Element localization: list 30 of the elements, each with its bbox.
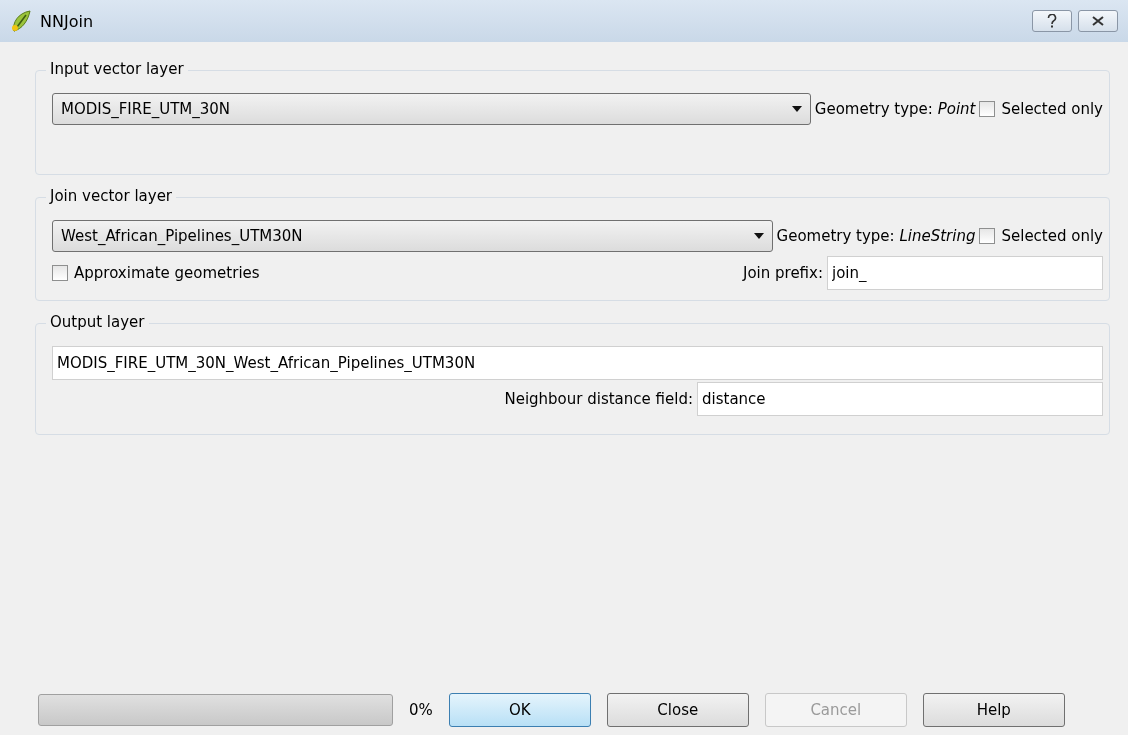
dialog-button[interactable]: OK xyxy=(448,693,591,727)
window-title: NNJoin xyxy=(40,11,94,31)
dialog-button[interactable]: Close xyxy=(606,693,749,727)
group-title: Join vector layer xyxy=(46,187,177,205)
help-icon xyxy=(1047,14,1057,28)
checkbox[interactable] xyxy=(52,265,68,281)
layer-dropdown[interactable]: West_African_Pipelines_UTM30N xyxy=(52,220,773,252)
geometry-type-label: Geometry type: LineString xyxy=(776,227,976,245)
dropdown-arrow-icon xyxy=(753,233,764,239)
layer-dropdown[interactable]: MODIS_FIRE_UTM_30N xyxy=(52,93,811,125)
checkbox[interactable] xyxy=(979,228,996,244)
field-label: Join prefix: xyxy=(743,264,823,282)
help-button[interactable] xyxy=(1032,10,1072,32)
distance-field-input[interactable]: distance xyxy=(697,382,1103,416)
checkbox-label: Selected only xyxy=(1001,100,1103,118)
dropdown-arrow-icon xyxy=(791,106,802,112)
geometry-type-label: Geometry type: Point xyxy=(814,100,976,118)
checkbox-label: Selected only xyxy=(1001,227,1103,245)
group-title: Input vector layer xyxy=(46,60,188,78)
output-layer-field[interactable]: MODIS_FIRE_UTM_30N_West_African_Pipelines_UTM30N xyxy=(52,346,1103,380)
field-label: Neighbour distance field: xyxy=(504,390,693,408)
join-prefix-field[interactable]: join_ xyxy=(827,256,1103,290)
checkbox-label: Approximate geometries xyxy=(74,264,260,282)
dialog-button[interactable]: Help xyxy=(922,693,1065,727)
checkbox[interactable] xyxy=(979,101,996,117)
close-button[interactable] xyxy=(1078,10,1118,32)
close-icon xyxy=(1092,16,1104,26)
leaf-logo-icon xyxy=(10,9,32,33)
progress-reading: 0% xyxy=(409,701,433,719)
group-title: Output layer xyxy=(46,313,149,331)
